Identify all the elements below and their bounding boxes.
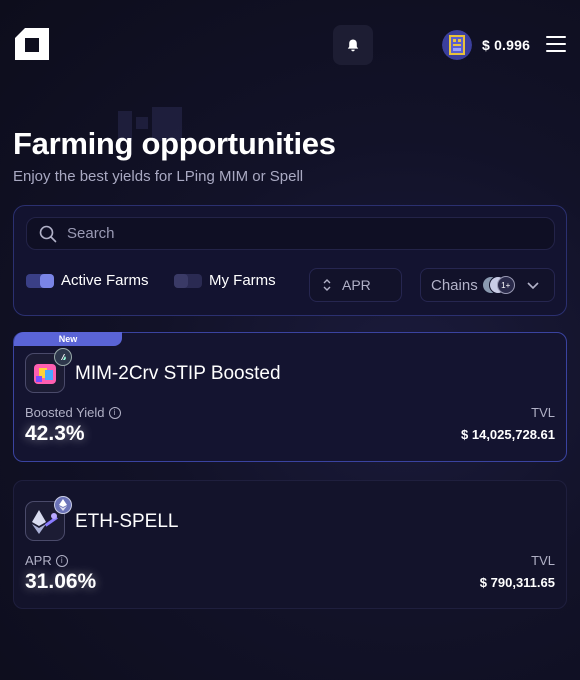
info-icon[interactable]: i [108,406,121,419]
chevron-down-icon [527,282,539,290]
notifications-button[interactable] [333,25,373,65]
page-title: Farming opportunities [13,126,336,161]
info-icon[interactable]: i [55,554,68,567]
bell-icon [347,39,359,51]
active-farms-toggle[interactable]: Active Farms [26,272,149,289]
eth-spell-token-icon [25,496,72,541]
search-box[interactable] [26,217,555,250]
boosted-yield-label: Boosted Yield i [25,405,121,420]
menu-icon [546,36,566,38]
farm-name: ETH-SPELL [75,511,179,532]
sort-icon [323,279,331,291]
active-farms-label: Active Farms [61,272,149,289]
tvl-label: TVL [531,405,555,420]
boosted-yield-value: 42.3% [25,422,85,445]
spell-price[interactable]: $ 0.996 [442,30,530,60]
search-icon [39,225,57,242]
sort-apr-button[interactable]: APR [309,268,402,302]
arbitrum-icon [54,348,72,366]
menu-button[interactable] [546,36,566,52]
farm-card[interactable]: ETH-SPELL APR i 31.06% TVL $ 790,311.65 [13,480,567,609]
farm-card[interactable]: New MIM-2Crv STIP Boosted Boosted Yield … [13,332,567,462]
logo-icon[interactable] [13,24,51,62]
farm-name: MIM-2Crv STIP Boosted [75,363,281,384]
spell-token-icon [442,30,472,60]
my-farms-toggle[interactable]: My Farms [174,272,276,289]
more-chains-badge: 1+ [496,276,515,294]
tvl-label: TVL [531,553,555,568]
mim-2crv-token-icon [25,348,72,393]
chains-dropdown[interactable]: Chains 1+ [420,268,555,302]
tvl-value: $ 14,025,728.61 [461,427,555,442]
chains-label: Chains [431,276,478,294]
my-farms-switch[interactable] [174,273,202,288]
sort-label: APR [342,277,371,293]
my-farms-label: My Farms [209,272,276,289]
search-input[interactable] [67,225,507,242]
chain-icons: 1+ [481,276,522,294]
apr-label: APR i [25,553,68,568]
new-badge: New [14,332,122,346]
apr-value: 31.06% [25,570,97,593]
page-subtitle: Enjoy the best yields for LPing MIM or S… [13,168,304,185]
ethereum-icon [54,496,72,514]
filter-panel: Active Farms My Farms APR Chains 1+ [13,205,567,316]
tvl-value: $ 790,311.65 [479,575,555,590]
active-farms-switch[interactable] [26,273,54,288]
price-value: $ 0.996 [482,37,531,53]
